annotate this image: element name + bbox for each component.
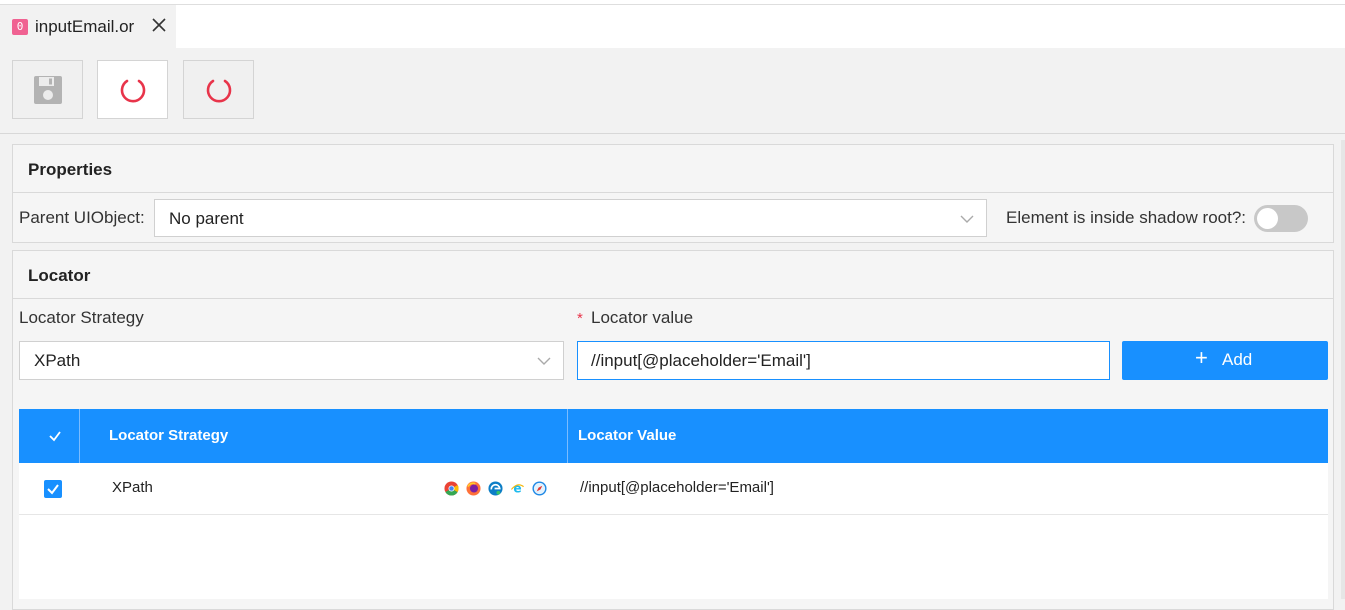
- locator-strategy-select[interactable]: XPath: [19, 341, 564, 380]
- row-checkbox[interactable]: [44, 480, 62, 498]
- tab-inputemail[interactable]: 0 inputEmail.or: [0, 5, 176, 48]
- check-icon: [47, 484, 59, 495]
- shadow-root-label: Element is inside shadow root?:: [1006, 208, 1247, 227]
- ie-icon: e: [510, 481, 525, 496]
- parent-uiobject-select[interactable]: No parent: [154, 199, 987, 237]
- table-row[interactable]: XPath e //input[@placeholder='Email']: [19, 463, 1328, 515]
- svg-text:e: e: [513, 482, 521, 496]
- tab-title: inputEmail.or: [35, 17, 135, 36]
- properties-header: Properties: [13, 145, 1333, 193]
- column-divider: [567, 409, 568, 463]
- firefox-icon: [466, 481, 481, 496]
- refresh-icon: [120, 79, 145, 102]
- locator-title: Locator: [28, 266, 91, 285]
- locator-header: Locator: [13, 251, 1333, 299]
- select-all-checkbox[interactable]: [46, 427, 64, 445]
- edge-icon: [488, 481, 503, 496]
- chrome-icon: [444, 481, 459, 496]
- safari-icon: [532, 481, 547, 496]
- check-icon: [49, 431, 61, 442]
- locator-value-label: Locator value: [591, 308, 694, 327]
- row-locator-value: //input[@placeholder='Email']: [580, 479, 774, 496]
- save-button[interactable]: [12, 60, 83, 119]
- column-divider: [79, 409, 80, 463]
- add-button-label: Add: [1222, 350, 1253, 369]
- scrollbar[interactable]: [1341, 140, 1345, 599]
- table-header: Locator Strategy Locator Value: [19, 409, 1328, 463]
- properties-title: Properties: [28, 160, 113, 179]
- parent-uiobject-label: Parent UIObject:: [19, 208, 145, 227]
- toolbar-divider: [0, 133, 1345, 134]
- chevron-down-icon: [960, 215, 974, 223]
- add-locator-button[interactable]: + Add: [1122, 341, 1328, 380]
- parent-uiobject-value: No parent: [169, 209, 244, 228]
- refresh-button[interactable]: [97, 60, 168, 119]
- chevron-down-icon: [537, 357, 551, 365]
- reload-icon: [206, 79, 231, 102]
- plus-icon: +: [1195, 345, 1208, 370]
- column-header-value[interactable]: Locator Value: [578, 427, 676, 444]
- locator-strategy-value: XPath: [34, 351, 81, 370]
- locator-table: Locator Strategy Locator Value XPath e /…: [19, 409, 1328, 599]
- reload-button[interactable]: [183, 60, 254, 119]
- locator-strategy-label: Locator Strategy: [19, 308, 144, 327]
- shadow-root-toggle[interactable]: [1254, 205, 1308, 232]
- object-repository-icon: 0: [12, 19, 28, 35]
- locator-value-input[interactable]: //input[@placeholder='Email']: [577, 341, 1110, 380]
- locator-value-text: //input[@placeholder='Email']: [591, 351, 811, 370]
- close-icon[interactable]: [150, 16, 168, 34]
- column-header-strategy[interactable]: Locator Strategy: [109, 427, 228, 444]
- tab-bar: 0 inputEmail.or: [0, 5, 1345, 48]
- row-strategy: XPath: [112, 479, 153, 496]
- save-icon: [33, 75, 62, 104]
- required-marker: *: [577, 310, 583, 327]
